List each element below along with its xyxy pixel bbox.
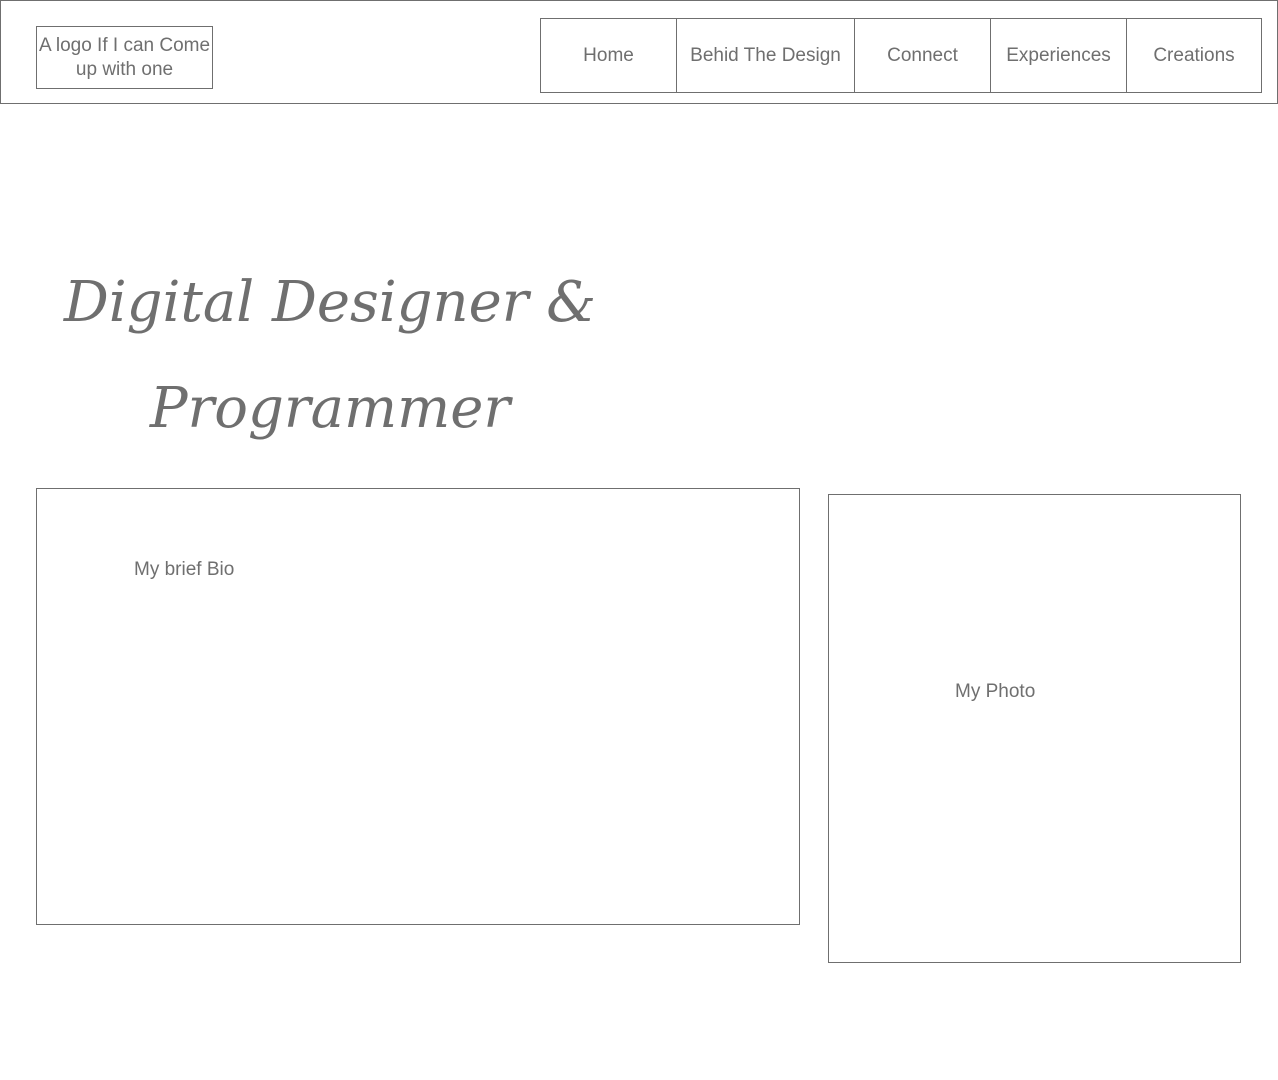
- logo-placeholder[interactable]: A logo If I can Come up with one: [36, 26, 213, 89]
- hero-title: Digital Designer & Programmer: [40, 250, 620, 462]
- nav-label: Experiences: [1006, 44, 1111, 66]
- bio-panel: My brief Bio: [36, 488, 800, 925]
- logo-text: A logo If I can Come up with one: [38, 34, 211, 80]
- photo-placeholder: My Photo: [828, 494, 1241, 963]
- hero-title-line1: Digital Designer &: [63, 270, 597, 335]
- nav-experiences[interactable]: Experiences: [990, 18, 1127, 93]
- bio-label: My brief Bio: [134, 559, 235, 580]
- nav-label: Home: [583, 44, 634, 66]
- nav-connect[interactable]: Connect: [854, 18, 991, 93]
- nav-label: Behid The Design: [690, 44, 841, 66]
- nav-label: Connect: [887, 44, 958, 66]
- hero-title-line2: Programmer: [149, 376, 511, 441]
- nav-label: Creations: [1153, 44, 1235, 66]
- photo-label: My Photo: [955, 681, 1036, 702]
- nav-creations[interactable]: Creations: [1126, 18, 1262, 93]
- nav-home[interactable]: Home: [540, 18, 677, 93]
- nav-behind-the-design[interactable]: Behid The Design: [676, 18, 855, 93]
